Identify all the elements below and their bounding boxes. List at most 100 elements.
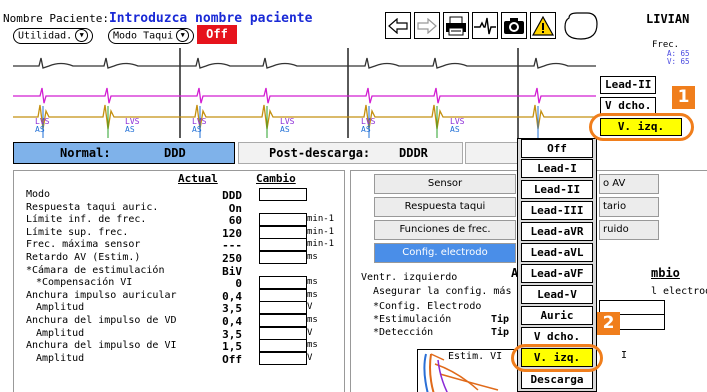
alert-button[interactable] — [530, 12, 556, 39]
pacemaker-programmer-screen: Nombre Paciente:Introduzca nombre pacien… — [0, 0, 707, 392]
param-label: Amplitud — [36, 327, 85, 339]
table-row: Modo DDD — [26, 189, 242, 202]
lead-menu-item[interactable]: Lead-aVR — [521, 222, 593, 241]
ecg-marker-bottom: AS — [361, 125, 371, 134]
mode-extra-tab[interactable] — [465, 142, 525, 164]
parameter-table: Actual Cambio Modo DDD Respuesta taqui aur… — [13, 170, 345, 392]
param-actual-value: 60 — [228, 214, 242, 228]
param-change-field[interactable] — [259, 238, 307, 252]
back-arrow-button[interactable] — [385, 12, 411, 39]
lead-menu-item[interactable]: Lead-aVF — [521, 264, 593, 283]
param-actual-value: BiV — [222, 264, 242, 278]
ruido-button[interactable]: ruido — [599, 220, 659, 240]
table-row: Amplitud 3,5 — [36, 327, 242, 341]
sensor-button[interactable]: Sensor — [374, 174, 516, 194]
table-row: *Cámara de estimulación BiV — [26, 264, 242, 278]
estimulacion-label: *Estimulación — [373, 314, 452, 325]
tario-button[interactable]: tario — [599, 197, 659, 217]
tachy-off-button[interactable]: Off — [197, 25, 237, 44]
snapshot-button[interactable] — [501, 12, 527, 39]
electrodo-label: l electrodo — [651, 286, 707, 297]
param-unit: ms — [307, 289, 318, 300]
forward-arrow-icon — [417, 17, 437, 34]
param-unit: min-1 — [307, 214, 335, 225]
ecg-marker-bottom: AS — [125, 125, 135, 134]
pacemaker-device-icon — [564, 12, 598, 40]
ecg-marker-label: LVS AS — [125, 118, 139, 134]
mode-post-tab[interactable]: Post-descarga: DDDR — [238, 142, 463, 164]
mode-normal-tab[interactable]: Normal: DDD — [13, 142, 235, 164]
table-row: Límite inf. de frec. 60 — [26, 214, 242, 227]
forward-arrow-button[interactable] — [414, 12, 440, 39]
param-label: Anchura impulso auricular — [26, 289, 177, 301]
param-label: Anchura del impulso de VI — [26, 340, 177, 352]
param-actual-value: DDD — [222, 189, 242, 202]
deteccion-label: *Detección — [373, 327, 434, 338]
param-label: Frec. máxima sensor — [26, 239, 141, 251]
lead-menu-item[interactable]: Lead-V — [521, 285, 593, 304]
param-label: Amplitud — [36, 302, 85, 314]
param-change-field[interactable] — [259, 188, 307, 201]
config-electrodo-button[interactable]: Config. electrodo — [374, 243, 516, 263]
funciones-frec-button[interactable]: Funciones de frec. — [374, 220, 516, 240]
estim-vi-label: Estim. VI — [448, 351, 503, 362]
warning-icon — [532, 15, 554, 36]
param-change-field[interactable] — [259, 339, 307, 353]
param-change-field[interactable] — [259, 251, 307, 264]
param-change-field[interactable] — [259, 326, 307, 340]
lead-menu-item[interactable]: Descarga — [521, 370, 593, 389]
param-change-field[interactable] — [259, 276, 307, 290]
param-unit: ms — [307, 277, 318, 288]
ventr-izquierdo-label: Ventr. izquierdo — [361, 272, 458, 283]
ecg-marker-label: LVS AS — [280, 118, 294, 134]
retardo-av-button[interactable]: o AV — [599, 174, 659, 194]
lead-menu-item[interactable]: Lead-II — [521, 180, 593, 199]
param-change-field[interactable] — [259, 288, 307, 302]
param-change-field[interactable] — [259, 351, 307, 365]
mode-normal-label: Normal: — [60, 146, 111, 160]
ecg-button[interactable] — [472, 12, 498, 39]
lead-menu-item[interactable]: Lead-I — [521, 159, 593, 178]
print-button[interactable] — [443, 12, 469, 39]
ecg-waveform-icon — [474, 17, 496, 34]
callout-2-highlight — [511, 344, 603, 372]
param-change-field[interactable] — [259, 301, 307, 315]
param-actual-value: 0,4 — [222, 289, 242, 303]
callout-1-badge: 1 — [672, 86, 695, 109]
ecg-marker-bottom: AS — [450, 125, 460, 134]
device-button[interactable] — [563, 12, 599, 40]
param-change-field[interactable] — [259, 314, 307, 327]
param-actual-value: 250 — [222, 252, 242, 265]
modo-taqui-dropdown[interactable]: Modo Taqui ▼ — [108, 28, 195, 44]
patient-name-field[interactable]: Introduzca nombre paciente — [109, 11, 313, 26]
ecg-marker-label: LVS AS — [361, 118, 375, 134]
table-row: Amplitud 3,5 — [36, 302, 242, 315]
lead-menu-item[interactable]: Auric — [521, 306, 593, 325]
lead-ii-button[interactable]: Lead-II — [600, 76, 657, 94]
param-label: Retardo AV (Estim.) — [26, 252, 141, 263]
callout-2-badge: 2 — [597, 312, 620, 335]
ecg-marker-bottom: AS — [192, 125, 202, 134]
param-label: *Cámara de estimulación — [26, 264, 165, 276]
ecg-marker-label: LVS AS — [450, 118, 464, 134]
param-change-field[interactable] — [259, 213, 307, 227]
utilidad-label: Utilidad. — [18, 30, 73, 42]
param-actual-value: 0 — [235, 277, 242, 291]
param-unit: min-1 — [307, 226, 335, 237]
param-change-field[interactable] — [259, 225, 307, 239]
param-label: Amplitud — [36, 352, 85, 364]
printer-icon — [446, 16, 466, 35]
param-actual-value: 3,5 — [222, 327, 242, 341]
config-electrodo-label: *Config. Electrodo — [373, 301, 482, 312]
asegurar-config-label: Asegurar la config. más — [373, 286, 512, 297]
table-row: Anchura impulso auricular 0,4 — [26, 289, 242, 303]
lead-diagram: Estim. VI — [417, 349, 520, 392]
lead-menu-item[interactable]: Off — [521, 139, 593, 158]
mode-normal-value: DDD — [164, 146, 186, 160]
lead-menu-item[interactable]: Lead-aVL — [521, 243, 593, 262]
table-row: *Compensación VI 0 — [36, 277, 242, 290]
respuesta-taqui-button[interactable]: Respuesta taqui — [374, 197, 516, 217]
lead-menu-item[interactable]: Lead-III — [521, 201, 593, 220]
ecg-marker-row: LVS AS LVS AS LVS AS LVS AS LVS AS LVS AS — [13, 118, 596, 140]
utilidad-dropdown[interactable]: Utilidad. ▼ — [13, 28, 94, 44]
